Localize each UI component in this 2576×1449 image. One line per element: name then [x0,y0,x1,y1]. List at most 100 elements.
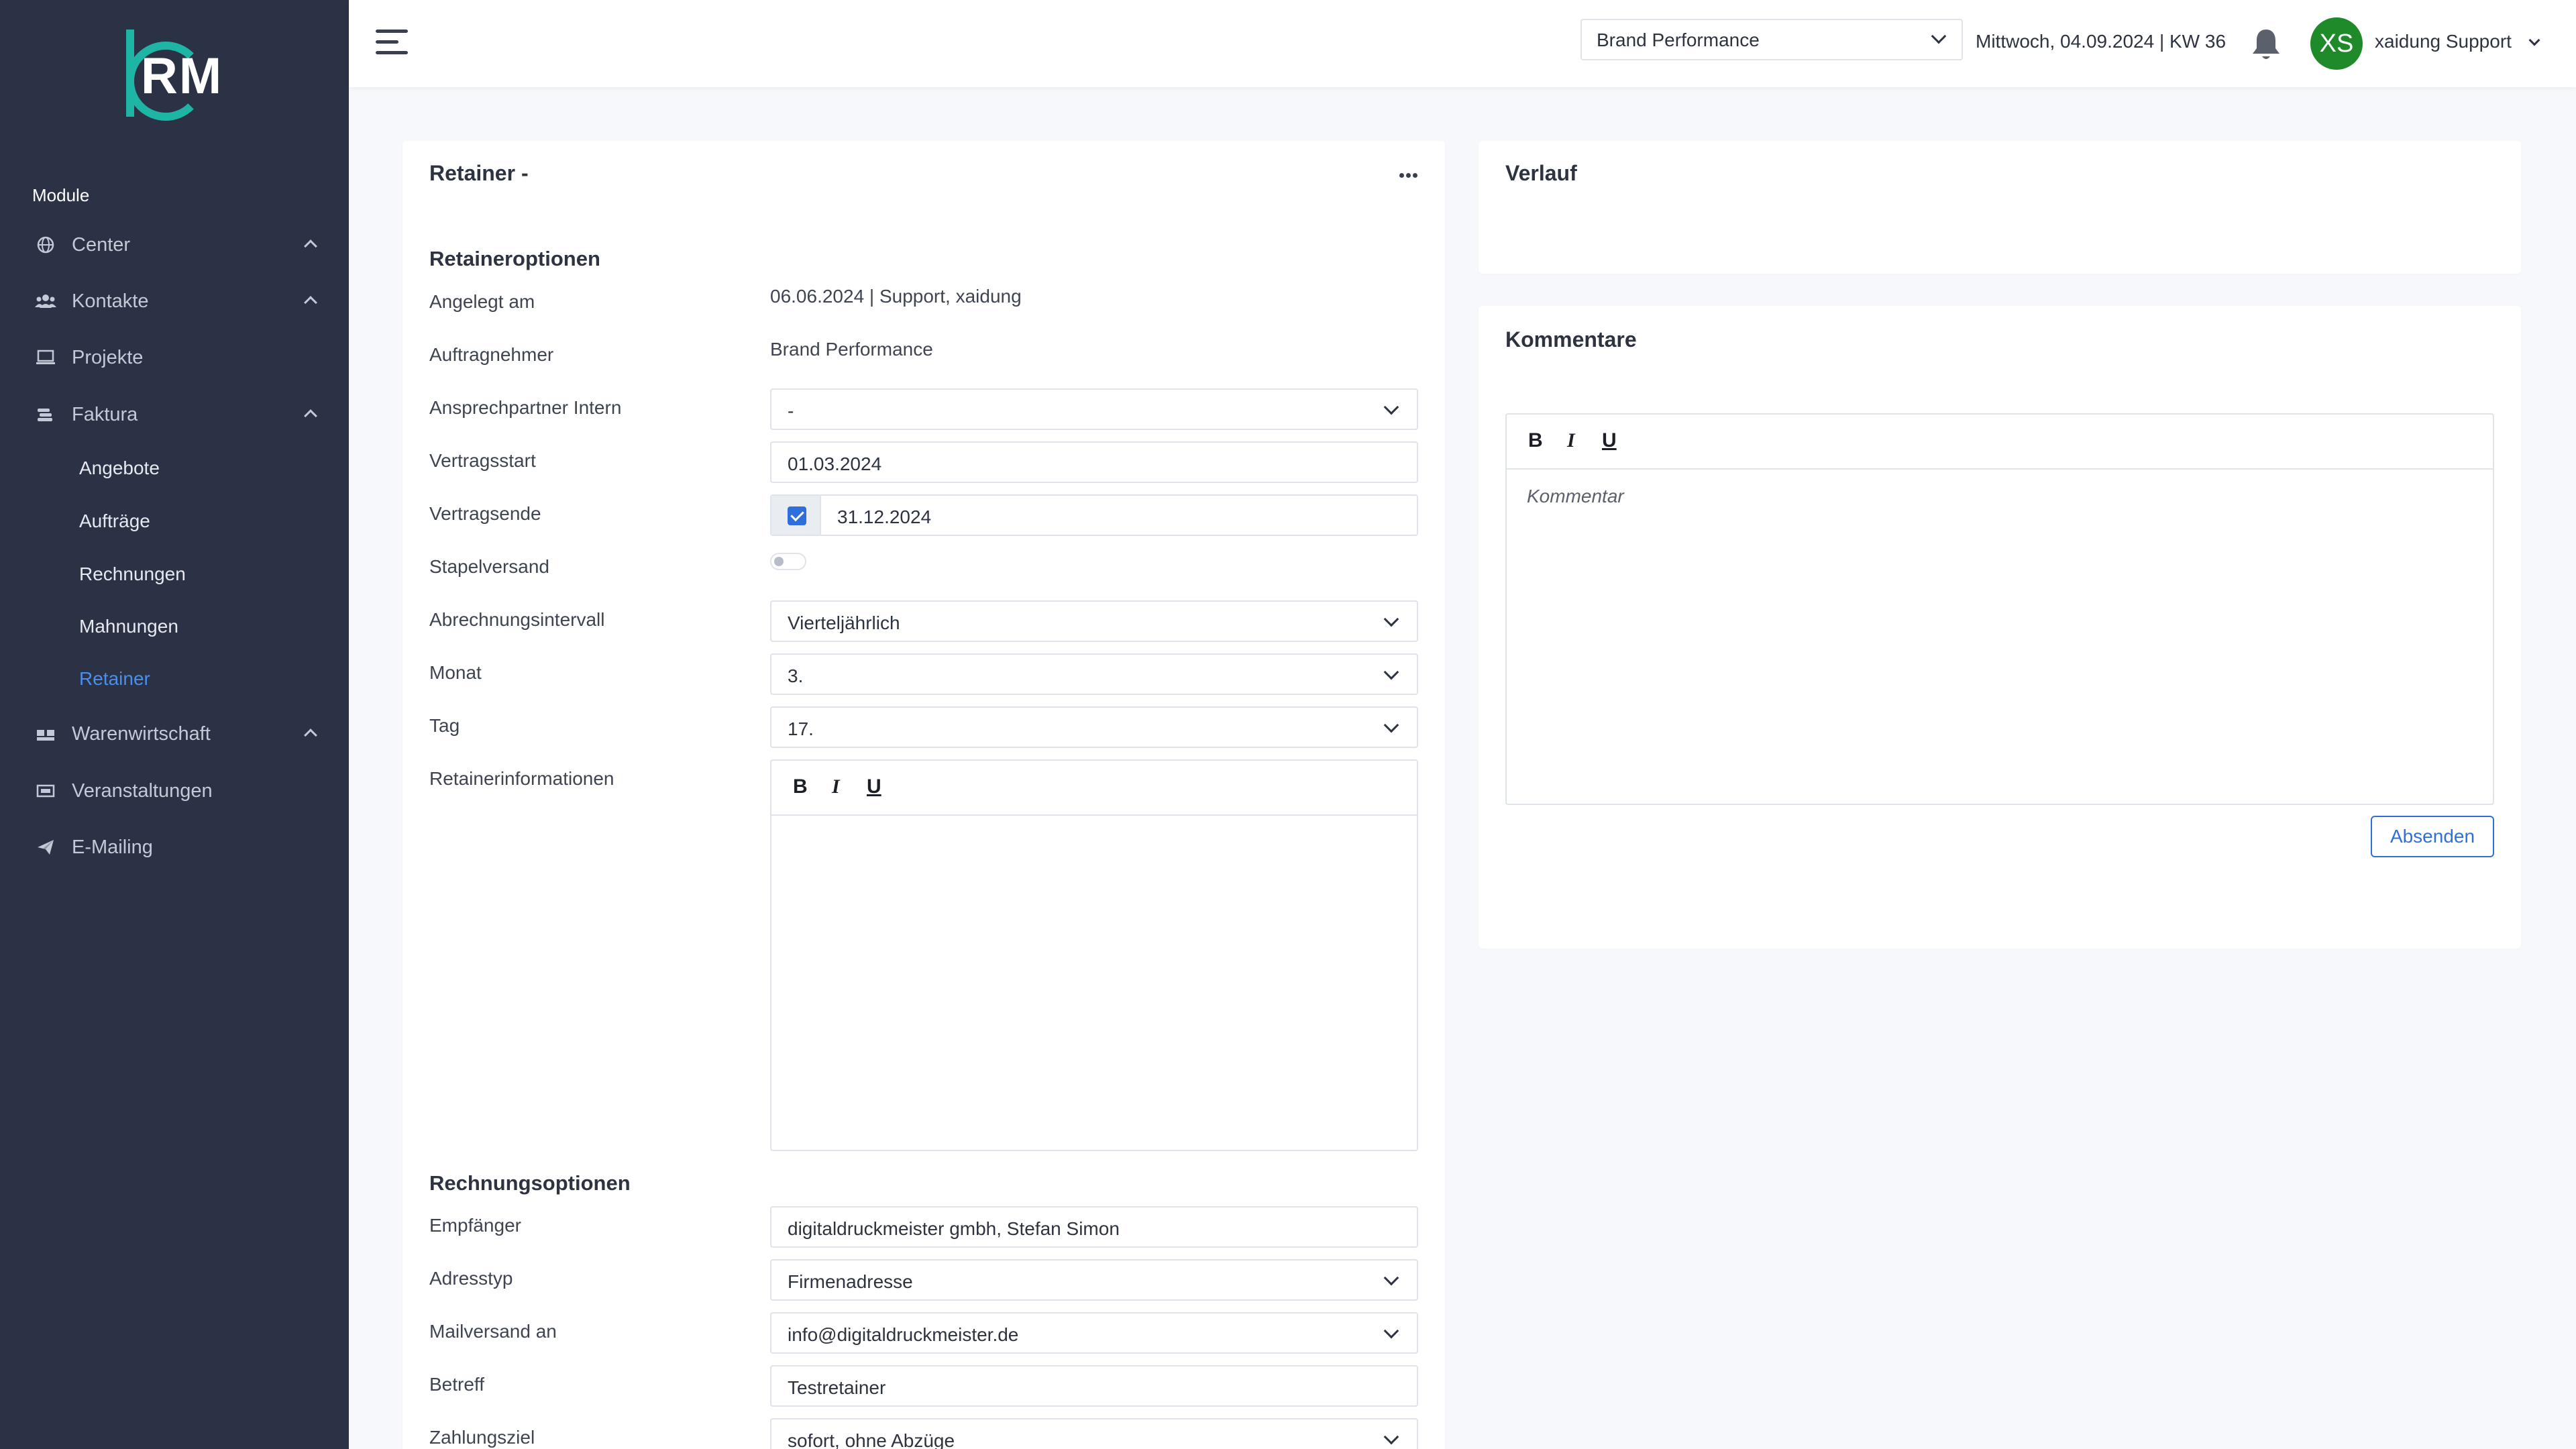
menu-toggle-icon[interactable] [376,30,408,55]
more-options-icon[interactable] [1399,173,1419,180]
user-menu[interactable]: xaidung Support [2375,31,2512,52]
laptop-icon [35,347,56,368]
chevron-down-icon [1383,611,1399,627]
zahlungsziel-select[interactable]: sofort, ohne Abzüge [770,1418,1418,1449]
bell-icon[interactable] [2250,27,2284,63]
chevron-down-icon [1383,1429,1399,1445]
chevron-up-icon [304,296,317,309]
vertragsstart-value: 01.03.2024 [788,453,882,474]
retainer-card: Retainer - Retaineroptionen Angelegt am … [402,141,1445,1449]
sidebar-item-kontakte[interactable]: Kontakte [0,278,349,325]
sidebar-sub-rechnungen[interactable]: Rechnungen [79,564,186,585]
mailversand-select[interactable]: info@digitaldruckmeister.de [770,1312,1418,1354]
kommentar-editor: B I U Kommentar [1505,413,2494,805]
italic-button[interactable]: I [1567,429,1575,452]
date-display: Mittwoch, 04.09.2024 | KW 36 [1976,31,2226,52]
value-auftragnehmer: Brand Performance [770,339,933,360]
chevron-down-icon [1931,28,1947,44]
logo-bar [126,30,134,117]
sidebar-sub-angebote[interactable]: Angebote [79,458,160,479]
label-ansprechpartner: Ansprechpartner Intern [429,397,622,418]
label-vertragsende: Vertragsende [429,503,541,524]
page-title: Retainer - [429,161,529,185]
empfaenger-input[interactable]: digitaldruckmeister gmbh, Stefan Simon [770,1206,1418,1248]
underline-button[interactable]: U [867,775,881,798]
italic-button[interactable]: I [832,775,840,798]
bold-button[interactable]: B [793,775,808,798]
sidebar-sub-mahnungen[interactable]: Mahnungen [79,616,178,637]
chevron-up-icon [304,409,317,423]
betreff-input[interactable]: Testretainer [770,1365,1418,1407]
users-icon [35,290,56,312]
section-title-rechnungsoptionen: Rechnungsoptionen [429,1171,631,1195]
coins-icon [35,404,56,425]
abrechnungsintervall-select[interactable]: Vierteljährlich [770,600,1418,642]
company-select[interactable]: Brand Performance [1580,19,1963,60]
sidebar-item-label: Veranstaltungen [72,780,213,802]
label-angelegt: Angelegt am [429,291,535,312]
company-select-value: Brand Performance [1597,30,1760,50]
chevron-up-icon [304,239,317,253]
avatar[interactable]: XS [2310,17,2363,70]
chevron-down-icon [1383,1323,1399,1339]
chevron-down-icon [1383,1270,1399,1286]
chevron-down-icon [1383,399,1399,415]
adresstyp-select[interactable]: Firmenadresse [770,1259,1418,1301]
sidebar-item-label: Faktura [72,403,138,425]
sidebar-item-warenwirtschaft[interactable]: Warenwirtschaft [0,710,349,757]
label-auftragnehmer: Auftragnehmer [429,344,554,365]
mailversand-value: info@digitaldruckmeister.de [788,1324,1019,1345]
label-empfaenger: Empfänger [429,1215,521,1236]
chevron-down-icon[interactable] [2528,34,2540,46]
vertragsende-input[interactable]: 31.12.2024 [770,494,1418,536]
sidebar-item-projekte[interactable]: Projekte [0,334,349,381]
kommentar-placeholder: Kommentar [1527,486,1624,506]
editor-toolbar: B I U [771,761,1417,816]
retainerinformationen-textarea[interactable] [771,817,1417,1150]
kommentare-title: Kommentare [1505,327,1637,352]
chevron-up-icon [304,729,317,742]
absenden-button[interactable]: Absenden [2371,816,2494,857]
chevron-down-icon [1383,664,1399,680]
underline-button[interactable]: U [1602,429,1617,452]
editor-toolbar: B I U [1507,415,2493,470]
label-monat: Monat [429,662,482,683]
sidebar-item-e-mailing[interactable]: E-Mailing [0,824,349,871]
abrechnungsintervall-value: Vierteljährlich [788,612,900,633]
sidebar-item-label: Warenwirtschaft [72,722,211,745]
label-abrechnungsintervall: Abrechnungsintervall [429,609,605,630]
tag-value: 17. [788,718,814,739]
label-stapelversand: Stapelversand [429,556,550,577]
adresstyp-value: Firmenadresse [788,1271,913,1292]
stapelversand-toggle[interactable] [770,553,806,570]
tag-select[interactable]: 17. [770,706,1418,748]
topbar: Brand Performance Mittwoch, 04.09.2024 |… [349,0,2576,87]
monat-select[interactable]: 3. [770,653,1418,695]
module-label: Module [32,185,90,205]
ansprechpartner-select[interactable]: - [770,388,1418,430]
sidebar-sub-retainer[interactable]: Retainer [79,668,150,690]
ansprechpartner-value: - [788,400,794,421]
sidebar-item-veranstaltungen[interactable]: Veranstaltungen [0,767,349,814]
app-logo[interactable]: RM [126,30,227,121]
sidebar-sub-auftraege[interactable]: Aufträge [79,511,150,532]
ticket-icon [35,780,56,802]
sidebar-item-label: Projekte [72,346,144,368]
boxes-icon [35,723,56,745]
kommentar-textarea[interactable]: Kommentar [1507,471,2493,804]
label-adresstyp: Adresstyp [429,1268,513,1289]
sidebar: RM Module Center Kontakte Projekte Faktu… [0,0,349,1449]
betreff-value: Testretainer [788,1377,886,1398]
label-vertragsstart: Vertragsstart [429,450,536,471]
sidebar-item-label: E-Mailing [72,836,153,858]
bold-button[interactable]: B [1528,429,1543,452]
vertragsende-checkbox[interactable] [788,506,806,525]
logo-text: RM [141,48,223,105]
empfaenger-value: digitaldruckmeister gmbh, Stefan Simon [788,1218,1120,1239]
vertragsende-value: 31.12.2024 [837,506,932,527]
label-betreff: Betreff [429,1374,484,1395]
sidebar-item-center[interactable]: Center [0,221,349,268]
vertragsstart-input[interactable]: 01.03.2024 [770,441,1418,483]
sidebar-item-faktura[interactable]: Faktura [0,391,349,438]
chevron-down-icon [1383,717,1399,733]
